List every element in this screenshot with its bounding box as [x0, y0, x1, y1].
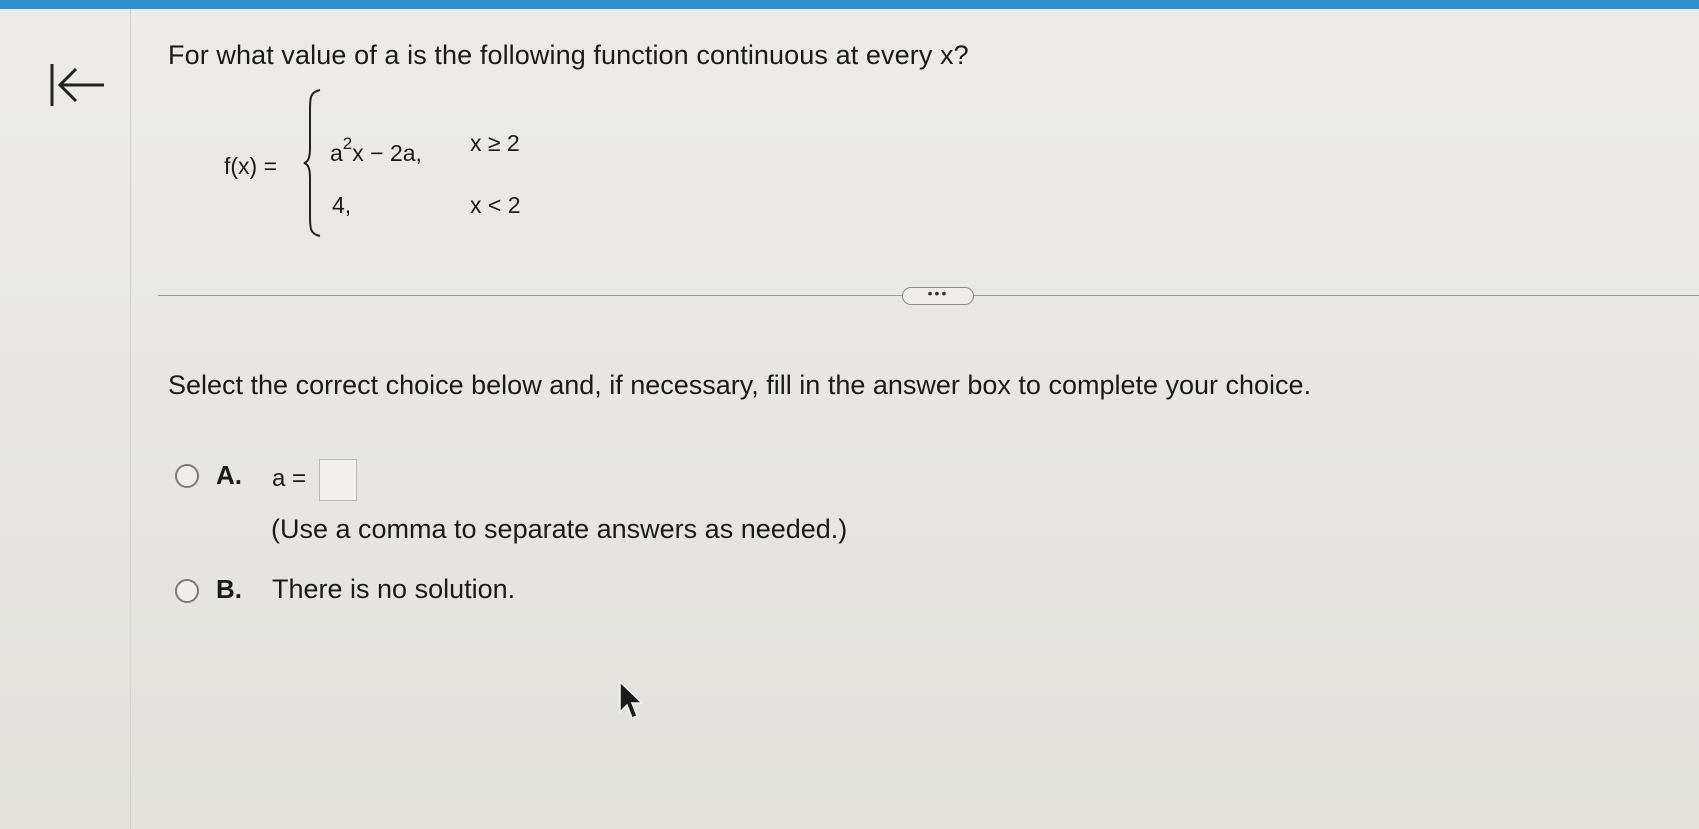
case-2-condition: x < 2	[470, 192, 521, 218]
case-1-base: a	[330, 140, 343, 166]
back-to-start-button[interactable]	[48, 62, 108, 108]
choice-b-text: There is no solution.	[272, 574, 516, 604]
case-1-expression: a2x − 2a,	[330, 134, 422, 167]
choice-a-hint: (Use a comma to separate answers as need…	[271, 514, 848, 544]
choice-a-letter: A.	[216, 460, 242, 490]
answer-input-box[interactable]	[319, 459, 357, 501]
case-1-exponent: 2	[342, 134, 353, 153]
arrow-left-to-bar-icon	[50, 64, 104, 106]
mouse-pointer-icon	[619, 680, 644, 719]
left-brace	[303, 89, 321, 237]
case-2-expression: 4,	[332, 192, 352, 218]
case-1-condition: x ≥ 2	[470, 130, 520, 156]
choice-a-radio[interactable]	[175, 464, 199, 488]
choice-a-prefix: a =	[272, 465, 307, 492]
page: For what value of a is the following fun…	[0, 0, 1699, 829]
choice-b-radio[interactable]	[175, 579, 199, 603]
question-text: For what value of a is the following fun…	[168, 40, 969, 70]
left-panel-divider	[130, 9, 131, 829]
expand-more-button[interactable]: •••	[902, 286, 974, 305]
choice-b-letter: B.	[216, 574, 242, 604]
instruction-text: Select the correct choice below and, if …	[168, 370, 1312, 400]
function-label: f(x) =	[224, 153, 278, 179]
case-1-rest: x − 2a,	[352, 140, 422, 166]
top-accent-bar	[0, 0, 1699, 9]
